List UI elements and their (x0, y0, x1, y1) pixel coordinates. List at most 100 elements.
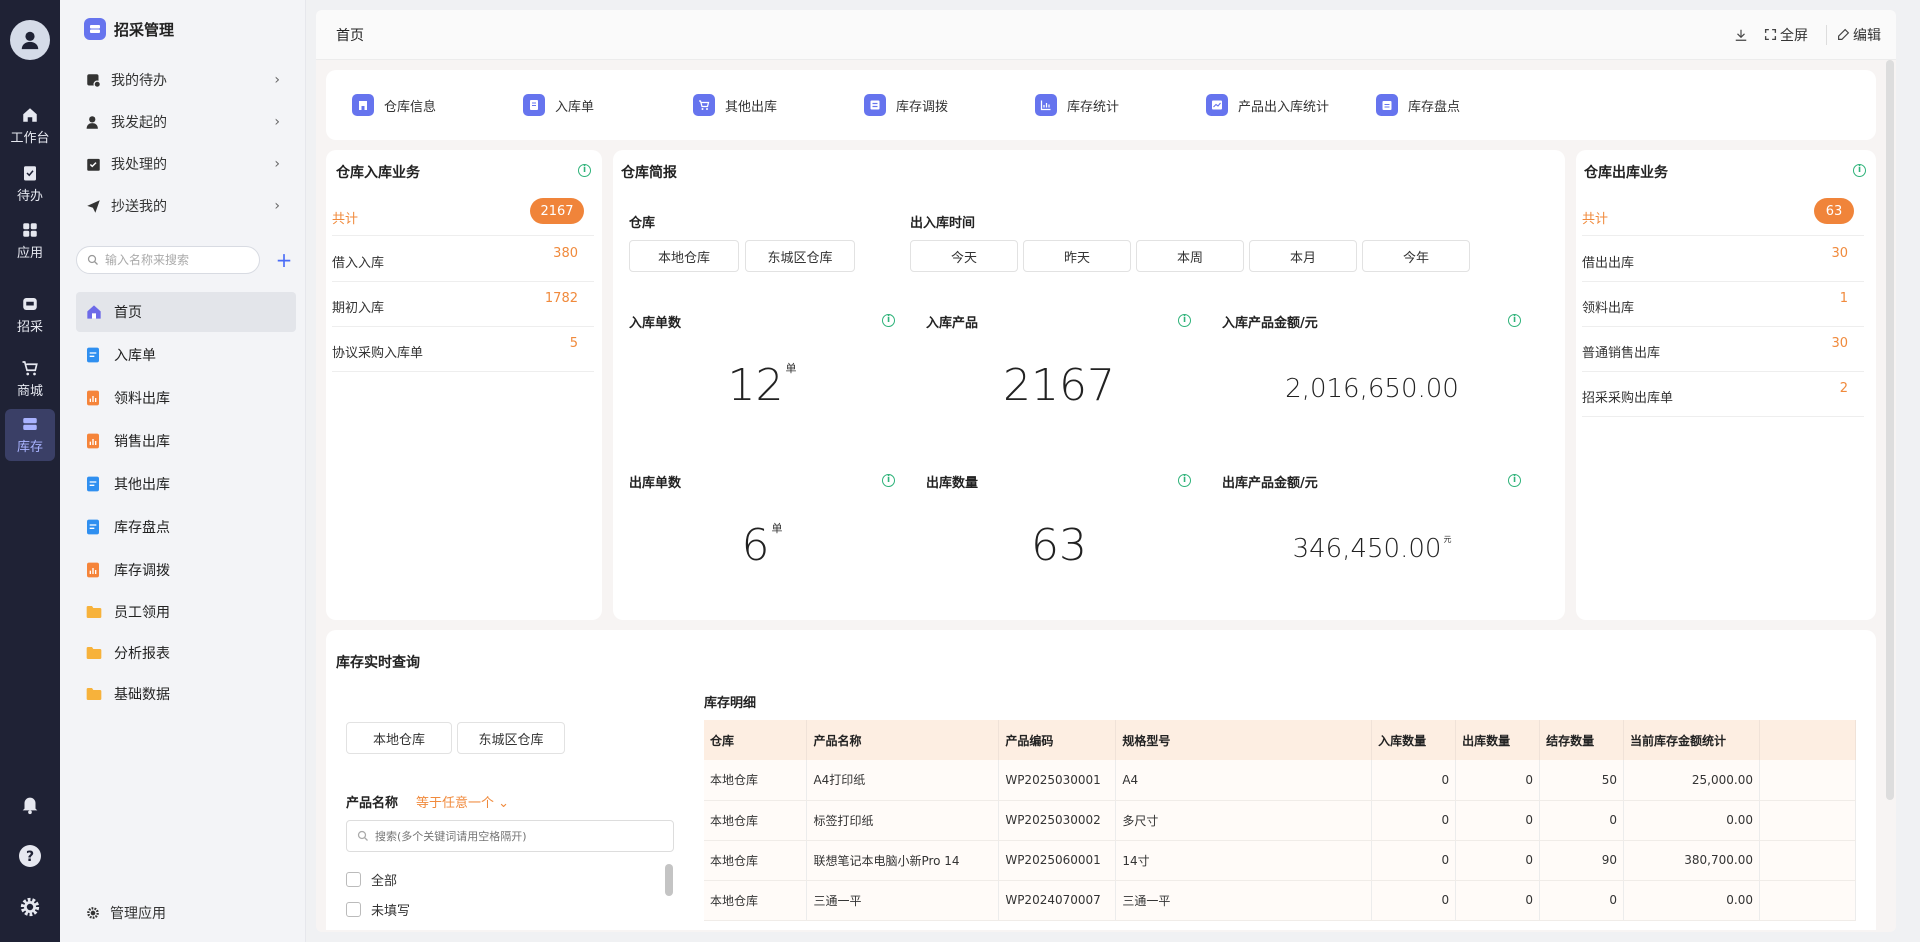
outbound-row[interactable]: 领料出库 1 (1582, 283, 1864, 327)
rail-item-inventory[interactable]: 库存 (5, 409, 55, 461)
time-option-today[interactable]: 今天 (910, 240, 1018, 272)
info-icon[interactable]: i (1853, 164, 1866, 177)
column-header[interactable]: 出库数量 (1455, 720, 1541, 760)
option-label: 全部 (371, 874, 398, 889)
task-handled[interactable]: 我处理的 › (86, 150, 290, 178)
todo-icon (86, 73, 102, 88)
checkbox[interactable] (346, 902, 361, 917)
filter-scrollbar[interactable] (665, 864, 673, 896)
quick-link-stocktake[interactable]: 库存盘点 (1376, 94, 1460, 116)
checkbox[interactable] (346, 872, 361, 887)
outbound-total-row[interactable]: 共计 63 (1582, 192, 1864, 236)
outbound-row[interactable]: 普通销售出库 30 (1582, 328, 1864, 372)
info-icon[interactable]: i (1508, 314, 1521, 327)
nav-item-reports[interactable]: 分析报表 (76, 633, 296, 673)
time-option-month[interactable]: 本月 (1249, 240, 1357, 272)
sidebar-search[interactable] (76, 246, 260, 274)
column-header[interactable]: 入库数量 (1371, 720, 1457, 760)
info-icon[interactable]: i (1178, 474, 1191, 487)
sidebar-search-input[interactable] (105, 253, 255, 267)
fullscreen-button[interactable]: 全屏 (1764, 25, 1808, 45)
realtime-warehouse-local[interactable]: 本地仓库 (346, 722, 452, 754)
rail-item-apps[interactable]: 应用 (5, 215, 55, 267)
nav-item-employee-use[interactable]: 员工领用 (76, 592, 296, 632)
rail-item-workbench[interactable]: 工作台 (5, 100, 55, 152)
nav-item-material-out[interactable]: 领料出库 (76, 378, 296, 418)
option-all[interactable]: 全部 (346, 870, 397, 889)
info-icon[interactable]: i (1508, 474, 1521, 487)
nav-item-inbound[interactable]: 入库单 (76, 335, 296, 375)
rail-item-todo[interactable]: 待办 (5, 158, 55, 210)
avatar[interactable] (10, 20, 50, 60)
sim-icon (23, 298, 37, 310)
quick-link-inbound[interactable]: 入库单 (523, 94, 594, 116)
filter-operator-label: 等于任意一个 (416, 796, 495, 811)
time-option-year[interactable]: 今年 (1362, 240, 1470, 272)
product-filter-search[interactable] (346, 820, 674, 852)
table-row[interactable]: 本地仓库 三通一平 WP2024070007 三通一平 0 0 0 0.00 (704, 880, 1856, 921)
outbound-row[interactable]: 借出出库 30 (1582, 238, 1864, 282)
manage-apps-button[interactable]: 管理应用 (86, 903, 166, 923)
column-header[interactable]: 仓库 (704, 720, 808, 760)
row-label: 领料出库 (1582, 301, 1635, 316)
table-row[interactable]: 本地仓库 标签打印纸 WP2025030002 多尺寸 0 0 0 0.00 (704, 800, 1856, 841)
table-row[interactable]: 本地仓库 A4打印纸 WP2025030001 A4 0 0 50 25,000.00 (704, 760, 1856, 801)
inbound-row[interactable]: 期初入库 1782 (332, 283, 594, 327)
warehouse-option-east[interactable]: 东城区仓库 (745, 240, 855, 272)
realtime-warehouse-east[interactable]: 东城区仓库 (457, 722, 565, 754)
info-icon[interactable]: i (1178, 314, 1191, 327)
nav-item-transfer[interactable]: 库存调拨 (76, 550, 296, 590)
outbound-row[interactable]: 招采采购出库单 2 (1582, 373, 1864, 417)
quick-link-other-out[interactable]: 其他出库 (693, 94, 777, 116)
stat-unit: 元 (1443, 535, 1452, 544)
filter-operator-dropdown[interactable]: 等于任意一个 ⌄ (416, 792, 509, 811)
inbound-row[interactable]: 协议采购入库单 5 (332, 328, 594, 372)
warehouse-option-local[interactable]: 本地仓库 (629, 240, 739, 272)
cell-product-name: 三通一平 (806, 880, 1000, 921)
table-row[interactable]: 本地仓库 联想笔记本电脑小新Pro 14 WP2025060001 14寸 0 0 90 38… (704, 840, 1856, 881)
column-header[interactable]: 规格型号 (1115, 720, 1373, 760)
time-option-yesterday[interactable]: 昨天 (1023, 240, 1131, 272)
total-badge: 2167 (530, 198, 584, 224)
quick-link-product-io-stats[interactable]: 产品出入库统计 (1206, 94, 1329, 116)
product-filter-input[interactable] (375, 829, 655, 843)
bell-icon[interactable] (18, 792, 42, 816)
chart-doc-icon (86, 390, 104, 406)
quick-link-transfer[interactable]: 库存调拨 (864, 94, 948, 116)
rail-item-procurement[interactable]: 招采 (5, 289, 55, 341)
add-icon[interactable]: + (272, 248, 296, 272)
checklist-icon (86, 157, 102, 172)
quick-link-warehouse-info[interactable]: 仓库信息 (352, 94, 436, 116)
help-icon[interactable]: ? (18, 844, 42, 868)
inbound-total-row[interactable]: 共计 2167 (332, 192, 594, 236)
column-header[interactable]: 产品编码 (998, 720, 1117, 760)
edit-button[interactable]: 编辑 (1826, 24, 1881, 45)
quick-link-stock-stats[interactable]: 库存统计 (1035, 94, 1119, 116)
time-option-week[interactable]: 本周 (1136, 240, 1244, 272)
column-header[interactable]: 产品名称 (806, 720, 1000, 760)
option-empty[interactable]: 未填写 (346, 900, 410, 919)
main-scrollbar[interactable] (1886, 60, 1894, 800)
info-icon[interactable]: i (578, 164, 591, 177)
task-initiated[interactable]: 我发起的 › (86, 108, 290, 136)
column-header[interactable]: 结存数量 (1539, 720, 1625, 760)
nav-item-base-data[interactable]: 基础数据 (76, 674, 296, 714)
stat-inbound-orders: 12 单 (629, 360, 895, 411)
column-header[interactable]: 当前库存金额统计 (1623, 720, 1760, 760)
task-my-todo[interactable]: 我的待办 › (86, 66, 290, 94)
nav-item-stocktake[interactable]: 库存盘点 (76, 507, 296, 547)
task-cc[interactable]: 抄送我的 › (86, 192, 290, 220)
info-icon[interactable]: i (882, 314, 895, 327)
info-icon[interactable]: i (882, 474, 895, 487)
quick-link-label: 库存盘点 (1408, 99, 1461, 115)
stat-inbound-amount: 2,016,650.00 (1222, 374, 1522, 404)
rail-item-mall[interactable]: 商城 (5, 353, 55, 405)
nav-item-other-out[interactable]: 其他出库 (76, 464, 296, 504)
nav-item-sales-out[interactable]: 销售出库 (76, 421, 296, 461)
nav-item-home[interactable]: 首页 (76, 292, 296, 332)
warehouse-filter-label: 仓库 (629, 216, 656, 231)
settings-icon[interactable] (18, 895, 42, 919)
task-label: 我发起的 (111, 115, 167, 131)
inbound-row[interactable]: 借入入库 380 (332, 238, 594, 282)
download-icon[interactable] (1734, 28, 1748, 42)
